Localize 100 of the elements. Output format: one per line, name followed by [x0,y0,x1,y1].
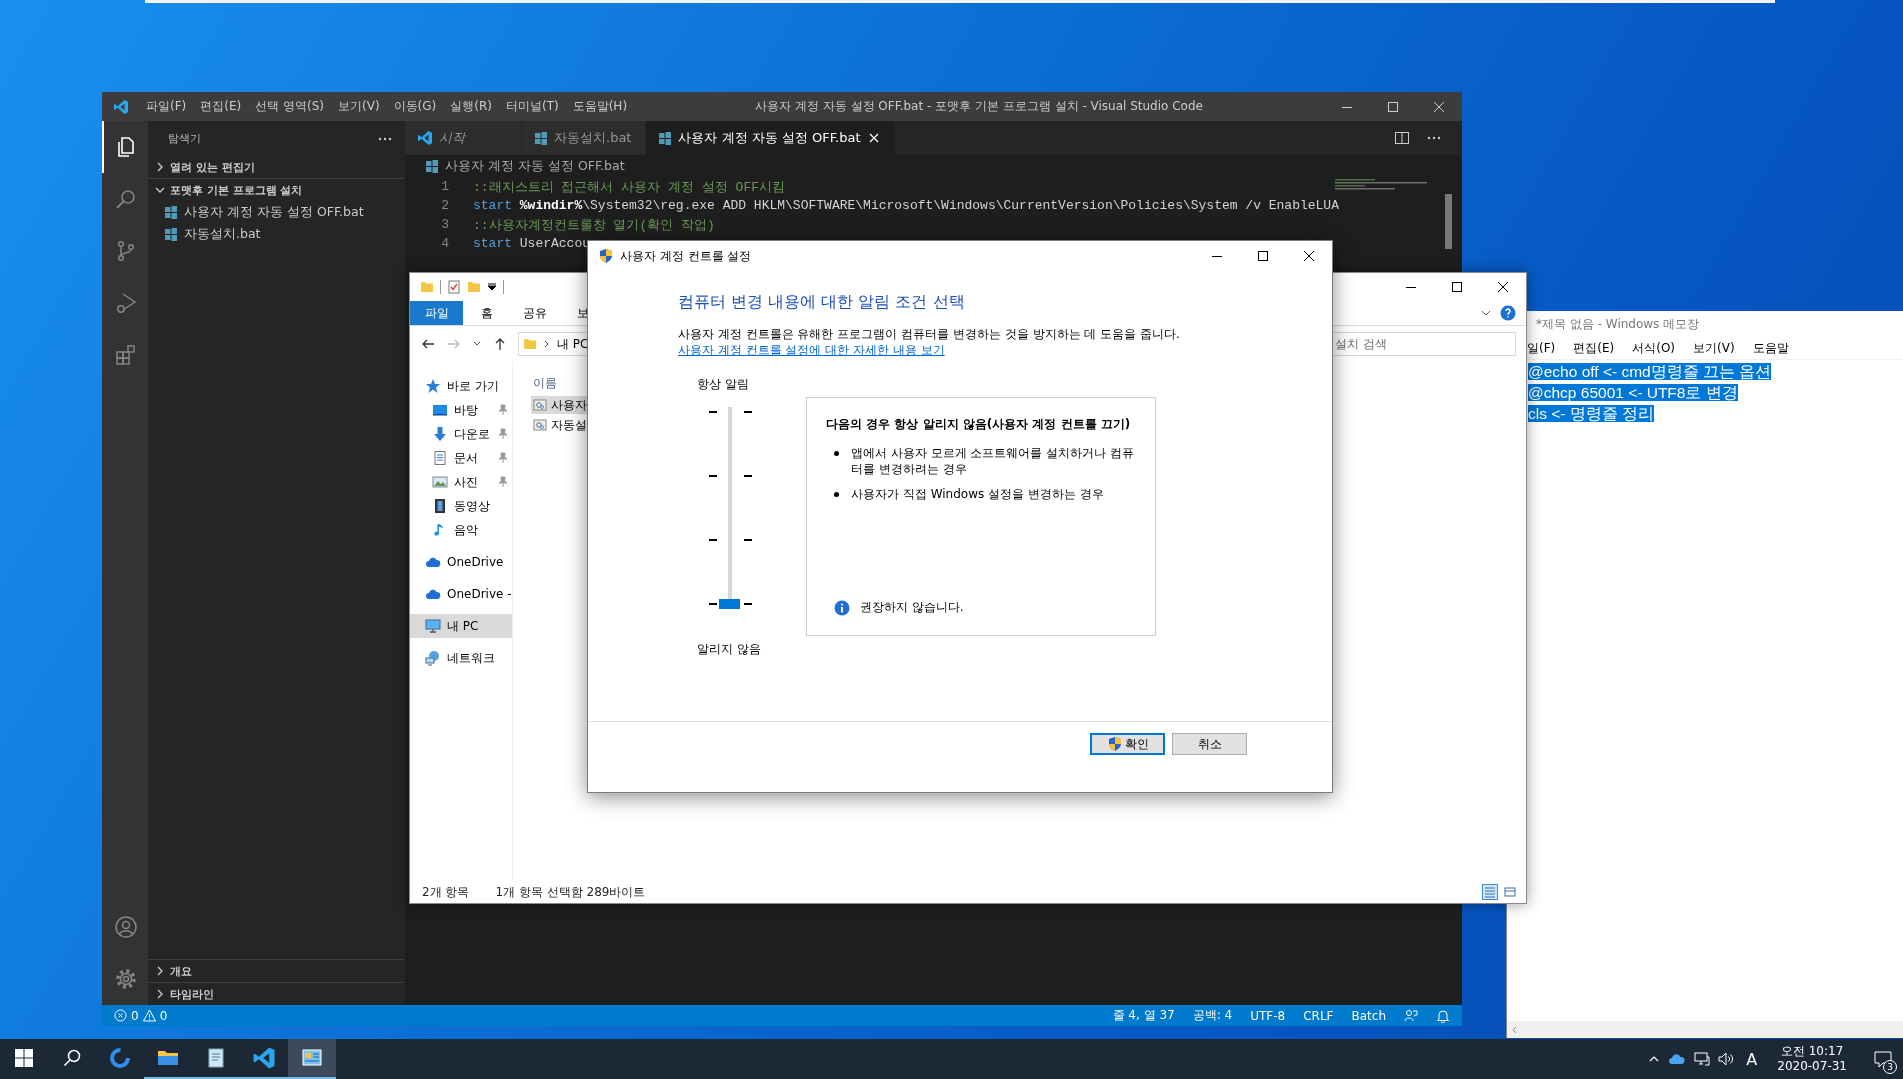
close-icon[interactable] [1304,251,1314,261]
menu-item[interactable]: 보기(V) [1693,339,1742,357]
extensions-icon[interactable] [114,343,138,367]
bell-icon[interactable] [1436,1008,1450,1023]
status-text: 1개 항목 선택함 289바이트 [495,883,646,901]
close-icon[interactable] [1498,282,1508,292]
editor-tab[interactable]: 시작 [405,121,522,155]
maximize-icon[interactable] [1452,282,1462,292]
tiles-view-icon[interactable] [1503,885,1517,899]
download-icon [432,426,448,442]
properties-icon[interactable] [447,280,461,294]
line-number: 1 [440,179,450,194]
error-icon [114,1009,127,1022]
vscode-logo-icon [417,130,433,146]
window-title: 사용자 계정 컨트롤 설정 [620,247,752,265]
ribbon-tab[interactable]: 파일 [410,301,463,325]
section-header[interactable]: 개요 [148,959,405,982]
caret-down-icon[interactable] [487,282,497,292]
editor-tab[interactable]: 사용자 계정 자동 설정 OFF.bat [646,121,896,155]
search-icon[interactable] [63,1049,81,1067]
help-icon[interactable] [1500,305,1516,321]
browser-icon[interactable] [108,1046,132,1070]
network-icon[interactable] [1694,1051,1711,1067]
horizontal-scrollbar[interactable] [1507,1021,1903,1038]
section-header[interactable]: 포맷후 기본 프로그램 설치 [148,178,405,201]
account-icon[interactable] [114,915,138,939]
menu-item[interactable]: 편집(E) [193,98,249,115]
menu-item[interactable]: 도움말 [1752,339,1796,357]
dialog-button[interactable]: 취소 [1172,733,1247,755]
info-icon [834,599,850,616]
file-item[interactable]: 자동설치.bat [148,223,405,245]
clock[interactable]: 오전 10:17 2020-07-31 [1769,1044,1855,1074]
nav-item[interactable]: 사진 [410,470,512,494]
run-debug-icon[interactable] [114,291,138,315]
search-field[interactable]: 설치 검색 [1330,332,1516,356]
chevron-right-icon [543,340,551,348]
menu-item[interactable]: 도움말(H) [565,98,635,115]
dialog-button[interactable]: 확인 [1090,733,1165,755]
warning-count[interactable]: 0 [159,1008,168,1023]
network-icon [425,650,441,666]
nav-item[interactable]: 바탕 [410,398,512,422]
menu-item[interactable]: 파일(F) [139,98,194,115]
file-icon [425,159,439,173]
start-icon[interactable] [15,1049,33,1067]
menu-item[interactable]: 일(F) [1527,339,1563,357]
file-item[interactable]: 사용자 계정 자동 설정 OFF.bat [148,201,405,223]
menu-item[interactable]: 선택 영역(S) [248,98,331,115]
nav-item[interactable]: 다운로 [410,422,512,446]
cloud-icon[interactable] [1668,1052,1687,1066]
menu-item[interactable]: 터미널(T) [498,98,566,115]
menu-item[interactable]: 실행(R) [443,98,499,115]
editor-tab[interactable]: 자동설치.bat [522,121,647,155]
status-item[interactable]: 공백: 4 [1192,1007,1233,1024]
ribbon-tab[interactable]: 홈 [463,301,511,325]
nav-item[interactable]: 내 PC [410,614,512,638]
picture-icon [432,474,448,490]
pin-icon [498,476,508,488]
nav-item[interactable]: 문서 [410,446,512,470]
help-link[interactable]: 사용자 계정 컨트롤 설정에 대한 자세한 내용 보기 [678,342,1332,358]
status-text: 2개 항목 [422,883,470,901]
menu-item[interactable]: 보기(V) [331,98,387,115]
error-count[interactable]: 0 [131,1008,139,1023]
bullet-icon [834,492,839,497]
file-icon [658,131,673,145]
maximize-icon[interactable] [1258,251,1268,261]
split-editor-icon[interactable] [1394,130,1410,146]
status-item[interactable]: 줄 4, 열 37 [1112,1007,1175,1024]
vscode-logo-icon [113,98,129,115]
notification-badge: 3 [1883,1060,1897,1074]
notification-icon[interactable] [1874,1050,1892,1068]
nav-item[interactable]: 바로 가기 [410,374,512,398]
slider-thumb[interactable] [719,599,740,609]
status-item[interactable]: Batch [1351,1008,1386,1023]
note-text: 권장하지 않습니다. [860,599,964,616]
menu-item[interactable]: 서식(O) [1632,339,1683,357]
speaker-icon[interactable] [1718,1051,1735,1067]
computer-icon [425,618,441,634]
slider-track[interactable] [719,407,740,609]
status-item[interactable]: UTF-8 [1250,1008,1286,1023]
nav-item[interactable]: 네트워크 [410,646,512,670]
section-header[interactable]: 열려 있는 편집기 [148,156,405,178]
settings-icon[interactable] [114,967,138,991]
star-icon [425,378,441,394]
heading: 컴퓨터 변경 내용에 대한 알림 조건 선택 [678,292,966,312]
code-line: ::래지스트리 접근해서 사용자 계정 설정 OFF시킴 [473,178,785,196]
status-item[interactable]: CRLF [1303,1008,1334,1023]
scrollbar-thumb[interactable] [1445,194,1452,249]
chevron-left-icon[interactable] [1511,1025,1519,1034]
nav-item[interactable]: OneDrive - [410,582,512,606]
nav-item[interactable]: 동영상 [410,494,512,518]
breadcrumb[interactable]: 사용자 계정 자동 설정 OFF.bat [445,157,625,175]
ribbon-tab[interactable]: 공유 [511,301,559,325]
nav-item[interactable]: 음악 [410,518,512,542]
feedback-icon[interactable] [1404,1008,1418,1023]
nav-item[interactable]: OneDrive [410,550,512,574]
shield-icon [598,248,614,264]
menu-item[interactable]: 편집(E) [1573,339,1622,357]
menu-item[interactable]: 이동(G) [386,98,444,115]
code-line: ::사용자계정컨트롤창 열기(확인 작업) [473,216,715,234]
input-indicator[interactable]: A [1742,1049,1762,1069]
